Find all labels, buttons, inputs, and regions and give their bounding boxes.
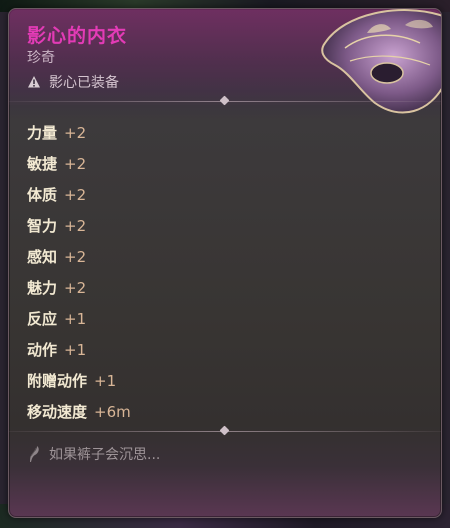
stat-value: +1: [94, 371, 117, 390]
stat-value: +6m: [94, 402, 131, 421]
item-tooltip: 影心的内衣 珍奇 影心已装备 力量 +2 敏捷 +2 体质 +2 智力 +2 感…: [8, 8, 442, 518]
item-title: 影心的内衣: [27, 25, 128, 47]
lore-text: 如果裤子会沉思...: [49, 447, 161, 463]
item-mask-illustration: [321, 9, 441, 114]
stat-value: +2: [64, 123, 87, 142]
header-divider: [9, 95, 441, 106]
stat-row: 移动速度 +6m: [27, 396, 407, 427]
stat-value: +2: [64, 185, 87, 204]
stat-name: 感知: [27, 248, 58, 266]
stat-name: 移动速度: [27, 403, 88, 421]
footer-divider: [9, 425, 441, 436]
equipped-status: 影心已装备: [27, 72, 119, 92]
stat-value: +2: [64, 278, 87, 297]
stat-row: 体质 +2: [27, 179, 407, 210]
item-rarity: 珍奇: [27, 50, 55, 66]
stat-value: +2: [64, 247, 87, 266]
stat-name: 智力: [27, 217, 58, 235]
stat-value: +2: [64, 216, 87, 235]
stat-name: 力量: [27, 124, 58, 142]
stat-name: 敏捷: [27, 155, 58, 173]
lore-row: 如果裤子会沉思...: [27, 443, 160, 465]
stat-row: 魅力 +2: [27, 272, 407, 303]
stat-name: 魅力: [27, 279, 58, 297]
stat-row: 反应 +1: [27, 303, 407, 334]
stat-row: 附赠动作 +1: [27, 365, 407, 396]
stat-name: 体质: [27, 186, 58, 204]
stat-name: 反应: [27, 310, 58, 328]
stat-row: 敏捷 +2: [27, 148, 407, 179]
stat-value: +1: [64, 340, 87, 359]
stat-name: 附赠动作: [27, 372, 88, 390]
stat-row: 感知 +2: [27, 241, 407, 272]
stat-row: 力量 +2: [27, 117, 407, 148]
stat-value: +2: [64, 154, 87, 173]
equipped-status-text: 影心已装备: [49, 75, 119, 91]
warning-triangle-icon: [28, 76, 40, 88]
stat-row: 智力 +2: [27, 210, 407, 241]
stat-row: 动作 +1: [27, 334, 407, 365]
quill-icon: [30, 446, 39, 462]
stat-value: +1: [64, 309, 87, 328]
stat-list: 力量 +2 敏捷 +2 体质 +2 智力 +2 感知 +2 魅力 +2 反应 +…: [27, 117, 407, 427]
stat-name: 动作: [27, 341, 58, 359]
